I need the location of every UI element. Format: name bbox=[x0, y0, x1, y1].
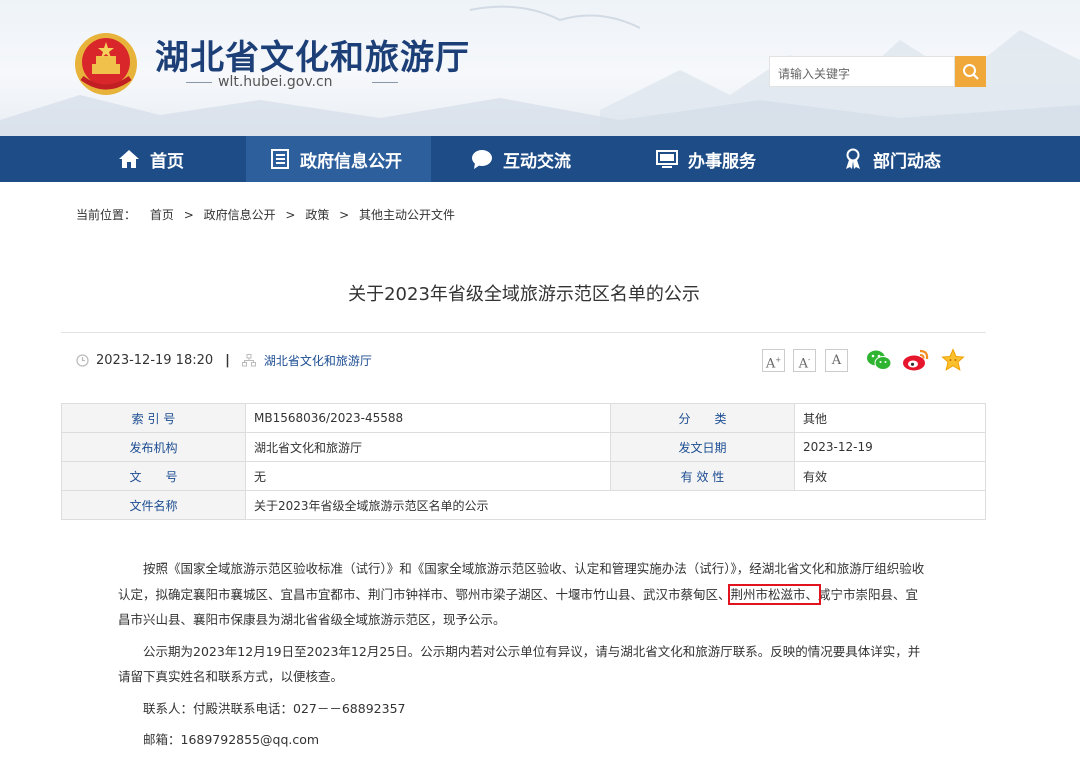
breadcrumb-prefix: 当前位置： bbox=[76, 208, 137, 222]
site-url: wlt.hubei.gov.cn bbox=[218, 74, 333, 90]
category-label: 分 类 bbox=[610, 403, 795, 433]
article-body: 按照《国家全域旅游示范区验收标准（试行）》和《国家全域旅游示范区验收、认定和管理… bbox=[118, 556, 930, 759]
publisher-value: 湖北省文化和旅游厅 bbox=[245, 432, 611, 462]
home-icon bbox=[119, 150, 139, 168]
site-title[interactable]: 湖北省文化和旅游厅 bbox=[155, 30, 470, 79]
issue-date-value: 2023-12-19 bbox=[794, 432, 986, 462]
org-chart-icon bbox=[241, 354, 256, 367]
breadcrumb-government-info[interactable]: 政府信息公开 bbox=[204, 208, 276, 222]
nav-item-government-info[interactable]: 政府信息公开 bbox=[246, 136, 431, 182]
document-number-label: 文 号 bbox=[61, 461, 246, 491]
favorite-star-icon[interactable] bbox=[941, 348, 965, 372]
article-meta: 2023-12-19 18:20 | 湖北省文化和旅游厅 bbox=[76, 352, 372, 369]
validity-value: 有效 bbox=[794, 461, 986, 491]
wechat-icon[interactable] bbox=[866, 348, 892, 372]
publish-source: 湖北省文化和旅游厅 bbox=[263, 354, 372, 368]
font-size-label: A bbox=[831, 353, 842, 368]
search-icon bbox=[962, 63, 979, 80]
publish-datetime: 2023-12-19 18:20 bbox=[96, 353, 214, 368]
file-name-value: 关于2023年省级全域旅游示范区名单的公示 bbox=[245, 490, 986, 520]
meta-separator: | bbox=[225, 353, 230, 368]
contact-line: 联系人：付殿洪联系电话：027－－68892357 bbox=[143, 700, 406, 716]
nav-label: 部门动态 bbox=[873, 151, 941, 172]
category-value: 其他 bbox=[794, 403, 986, 433]
nav-label: 办事服务 bbox=[688, 151, 756, 172]
breadcrumb-separator: > bbox=[339, 208, 350, 222]
site-header: 湖北省文化和旅游厅 wlt.hubei.gov.cn 请输入关键字 bbox=[0, 0, 1080, 136]
table-row: 文件名称 关于2023年省级全域旅游示范区名单的公示 bbox=[61, 490, 986, 520]
search-input[interactable]: 请输入关键字 bbox=[769, 56, 955, 87]
file-name-label: 文件名称 bbox=[61, 490, 246, 520]
national-emblem-icon bbox=[72, 30, 140, 98]
font-size-large-button[interactable]: A+ bbox=[762, 349, 785, 372]
divider bbox=[372, 82, 398, 83]
font-size-medium-button[interactable]: A- bbox=[793, 349, 816, 372]
breadcrumb-other-files[interactable]: 其他主动公开文件 bbox=[359, 208, 455, 222]
table-row: 发布机构 湖北省文化和旅游厅 发文日期 2023-12-19 bbox=[61, 432, 986, 462]
index-number-label: 索 引 号 bbox=[61, 403, 246, 433]
highlighted-text: 荆州市松滋市、 bbox=[727, 583, 822, 605]
table-row: 索 引 号 MB1568036/2023-45588 分 类 其他 bbox=[61, 403, 986, 433]
font-size-label: A bbox=[765, 356, 776, 372]
font-size-default-button[interactable]: A bbox=[825, 349, 848, 372]
validity-label: 有 效 性 bbox=[610, 461, 795, 491]
paragraph: 按照《国家全域旅游示范区验收标准（试行）》和《国家全域旅游示范区验收、认定和管理… bbox=[118, 556, 930, 633]
nav-label: 互动交流 bbox=[503, 151, 571, 172]
breadcrumb-policy[interactable]: 政策 bbox=[305, 208, 329, 222]
table-row: 文 号 无 有 效 性 有效 bbox=[61, 461, 986, 491]
chat-bubble-icon bbox=[472, 150, 492, 169]
search-button[interactable] bbox=[955, 56, 986, 87]
breadcrumb-separator: > bbox=[183, 208, 194, 222]
document-info-table: 索 引 号 MB1568036/2023-45588 分 类 其他 发布机构 湖… bbox=[61, 403, 986, 520]
nav-item-services[interactable]: 办事服务 bbox=[656, 136, 756, 182]
index-number-value: MB1568036/2023-45588 bbox=[245, 403, 611, 433]
main-nav: 首页 政府信息公开 互动交流 办事服务 部门动态 bbox=[0, 136, 1080, 182]
document-number-value: 无 bbox=[245, 461, 611, 491]
divider bbox=[186, 82, 212, 83]
nav-label: 首页 bbox=[150, 151, 184, 172]
paragraph: 公示期为2023年12月19日至2023年12月25日。公示期内若对公示单位有异… bbox=[118, 643, 921, 685]
issue-date-label: 发文日期 bbox=[610, 432, 795, 462]
email-line: 邮箱：1689792855@qq.com bbox=[143, 732, 320, 747]
medal-icon bbox=[846, 148, 860, 169]
title-divider bbox=[61, 332, 986, 333]
publisher-label: 发布机构 bbox=[61, 432, 246, 462]
weibo-icon[interactable] bbox=[902, 348, 930, 372]
document-list-icon bbox=[271, 149, 289, 169]
nav-item-department-news[interactable]: 部门动态 bbox=[843, 136, 941, 182]
nav-item-interaction[interactable]: 互动交流 bbox=[471, 136, 571, 182]
nav-item-home[interactable]: 首页 bbox=[118, 136, 184, 182]
clock-icon bbox=[76, 354, 89, 367]
breadcrumb-separator: > bbox=[285, 208, 296, 222]
article-title: 关于2023年省级全域旅游示范区名单的公示 bbox=[348, 284, 700, 305]
breadcrumb: 当前位置： 首页 > 政府信息公开 > 政策 > 其他主动公开文件 bbox=[76, 206, 461, 223]
nav-label: 政府信息公开 bbox=[300, 151, 402, 172]
font-size-label: A bbox=[798, 356, 808, 372]
breadcrumb-home[interactable]: 首页 bbox=[150, 208, 174, 222]
monitor-icon bbox=[656, 150, 678, 168]
